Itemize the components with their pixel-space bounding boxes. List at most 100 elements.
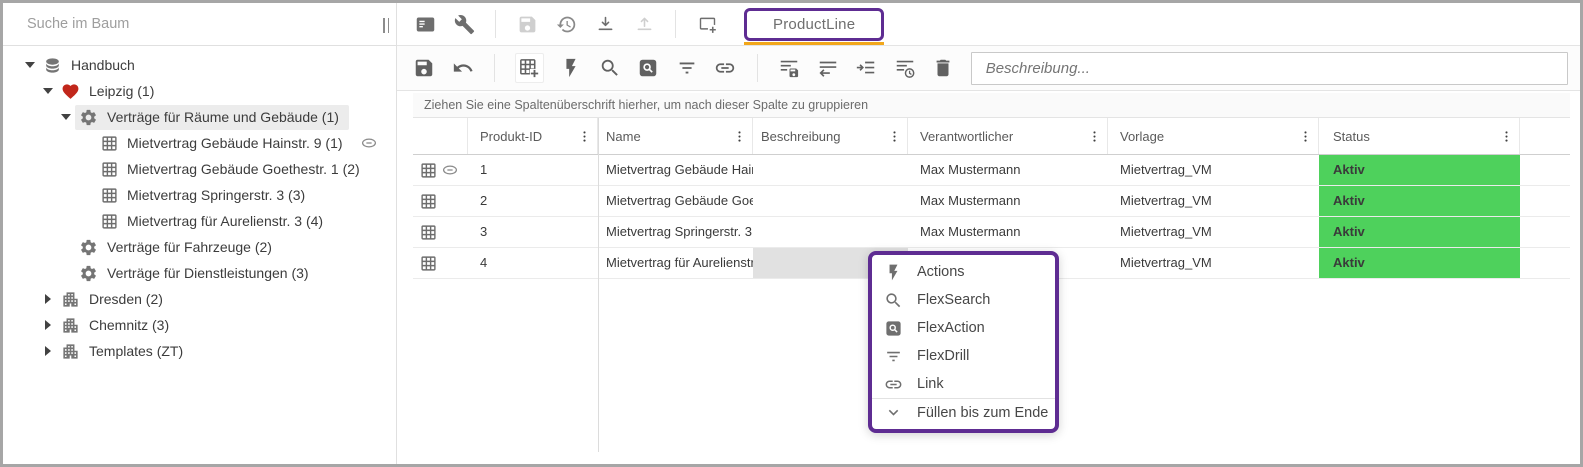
caret-down-icon[interactable] bbox=[57, 108, 75, 126]
cell-vorlage[interactable]: Mietvertrag_VM bbox=[1108, 186, 1319, 216]
header-verantwortlicher[interactable]: Verantwortlicher bbox=[908, 118, 1108, 154]
menu-item-flexaction[interactable]: FlexAction bbox=[872, 314, 1055, 342]
cell-name[interactable]: Mietvertrag für Aurelienstr. 3 bbox=[598, 248, 753, 278]
rows-save-icon bbox=[778, 57, 800, 79]
menu-item-actions[interactable]: Actions bbox=[872, 258, 1055, 286]
cell-produkt-id[interactable]: 4 bbox=[468, 248, 598, 278]
cell-vorlage[interactable]: Mietvertrag_VM bbox=[1108, 217, 1319, 247]
tree-item-dresden[interactable]: Dresden (2) bbox=[3, 286, 396, 312]
column-menu-icon[interactable] bbox=[732, 128, 747, 145]
cell-verantwortlicher[interactable]: Max Mustermann bbox=[908, 186, 1108, 216]
cell-name[interactable]: Mietvertrag Gebäude Hainstr. 9 bbox=[598, 155, 753, 185]
cell-beschreibung[interactable] bbox=[753, 217, 908, 247]
tree-item-leipzig[interactable]: Leipzig (1) bbox=[3, 78, 396, 104]
tree-item-vertraege-fahrzeuge[interactable]: Verträge für Fahrzeuge (2) bbox=[3, 234, 396, 260]
flexaction-button[interactable] bbox=[637, 56, 660, 80]
header-vorlage[interactable]: Vorlage bbox=[1108, 118, 1319, 154]
pane-splitter-handle[interactable] bbox=[379, 13, 393, 37]
tree-item-chemnitz[interactable]: Chemnitz (3) bbox=[3, 312, 396, 338]
cell-produkt-id[interactable]: 3 bbox=[468, 217, 598, 247]
history-button[interactable] bbox=[554, 12, 578, 36]
collapse-rows-button[interactable] bbox=[816, 56, 839, 80]
table-row[interactable]: 2 Mietvertrag Gebäude Goethestr. 1 Max M… bbox=[413, 186, 1570, 217]
flexsearch-button[interactable] bbox=[598, 56, 621, 80]
cell-name[interactable]: Mietvertrag Gebäude Goethestr. 1 bbox=[598, 186, 753, 216]
tree-item-mietvertrag-hainstr[interactable]: Mietvertrag Gebäude Hainstr. 9 (1) bbox=[3, 130, 396, 156]
cell-vorlage[interactable]: Mietvertrag_VM bbox=[1108, 155, 1319, 185]
tree-item-handbuch[interactable]: Handbuch bbox=[3, 52, 396, 78]
column-menu-icon[interactable] bbox=[887, 128, 902, 145]
save-button[interactable] bbox=[515, 12, 539, 36]
save-view-button[interactable] bbox=[778, 56, 801, 80]
cell-produkt-id[interactable]: 2 bbox=[468, 186, 598, 216]
undo-button[interactable] bbox=[452, 56, 475, 80]
tree-item-label: Verträge für Fahrzeuge (2) bbox=[107, 239, 272, 255]
cell-status[interactable]: Aktiv bbox=[1319, 155, 1520, 185]
header-name[interactable]: Name bbox=[598, 118, 753, 154]
expand-rows-button[interactable] bbox=[855, 56, 878, 80]
table-plus-icon bbox=[518, 57, 540, 79]
flexdrill-button[interactable] bbox=[675, 56, 698, 80]
tree-item-label: Verträge für Räume und Gebäude (1) bbox=[107, 109, 339, 125]
save-icon bbox=[413, 57, 435, 79]
settings-wrench-button[interactable] bbox=[452, 12, 476, 36]
group-by-bar[interactable]: Ziehen Sie eine Spaltenüberschrift hierh… bbox=[413, 93, 1570, 118]
new-tab-button[interactable] bbox=[695, 12, 719, 36]
menu-item-flexsearch[interactable]: FlexSearch bbox=[872, 286, 1055, 314]
cell-beschreibung[interactable] bbox=[753, 155, 908, 185]
cell-vorlage[interactable]: Mietvertrag_VM bbox=[1108, 248, 1319, 278]
column-menu-icon[interactable] bbox=[1499, 128, 1514, 145]
link-button[interactable] bbox=[714, 56, 737, 80]
cell-name[interactable]: Mietvertrag Springerstr. 3 bbox=[598, 217, 753, 247]
caret-down-icon[interactable] bbox=[21, 56, 39, 74]
tree-item-mietvertrag-springerstr[interactable]: Mietvertrag Springerstr. 3 (3) bbox=[3, 182, 396, 208]
cell-status[interactable]: Aktiv bbox=[1319, 248, 1520, 278]
tree-search-input[interactable] bbox=[25, 15, 365, 33]
column-menu-icon[interactable] bbox=[577, 128, 592, 145]
header-status[interactable]: Status bbox=[1319, 118, 1520, 154]
cell-status[interactable]: Aktiv bbox=[1319, 217, 1520, 247]
description-input[interactable] bbox=[971, 52, 1568, 85]
menu-item-link[interactable]: Link bbox=[872, 370, 1055, 398]
table-icon bbox=[101, 213, 118, 230]
tab-productline[interactable]: ProductLine bbox=[744, 8, 884, 41]
grid-save-button[interactable] bbox=[413, 56, 436, 80]
cell-status[interactable]: Aktiv bbox=[1319, 186, 1520, 216]
caret-down-icon[interactable] bbox=[39, 82, 57, 100]
tree-item-vertraege-dienstleistungen[interactable]: Verträge für Dienstleistungen (3) bbox=[3, 260, 396, 286]
delete-button[interactable] bbox=[932, 56, 955, 80]
menu-item-fuellen-bis-zum-ende[interactable]: Füllen bis zum Ende bbox=[872, 398, 1055, 426]
actions-button[interactable] bbox=[560, 56, 583, 80]
tree-item-label: Handbuch bbox=[71, 57, 135, 73]
header-produkt-id[interactable]: Produkt-ID bbox=[468, 118, 598, 154]
cell-verantwortlicher[interactable]: Max Mustermann bbox=[908, 217, 1108, 247]
header-beschreibung[interactable]: Beschreibung bbox=[753, 118, 908, 154]
column-menu-icon[interactable] bbox=[1087, 128, 1102, 145]
table-row[interactable]: 3 Mietvertrag Springerstr. 3 Max Musterm… bbox=[413, 217, 1570, 248]
heart-icon bbox=[61, 82, 80, 101]
tree-item-templates[interactable]: Templates (ZT) bbox=[3, 338, 396, 364]
history-icon bbox=[556, 14, 577, 35]
cell-beschreibung[interactable] bbox=[753, 186, 908, 216]
tree-item-label: Mietvertrag für Aurelienstr. 3 (4) bbox=[127, 213, 323, 229]
panel-icon bbox=[415, 14, 436, 35]
cell-produkt-id[interactable]: 1 bbox=[468, 155, 598, 185]
panel-toggle-button[interactable] bbox=[413, 12, 437, 36]
caret-right-icon[interactable] bbox=[39, 316, 57, 334]
caret-right-icon[interactable] bbox=[39, 342, 57, 360]
cell-context-menu: Actions FlexSearch FlexAction FlexDrill … bbox=[868, 251, 1059, 433]
cell-verantwortlicher[interactable]: Max Mustermann bbox=[908, 155, 1108, 185]
column-menu-icon[interactable] bbox=[1298, 128, 1313, 145]
tree-item-mietvertrag-aurelienstr[interactable]: Mietvertrag für Aurelienstr. 3 (4) bbox=[3, 208, 396, 234]
add-table-button[interactable] bbox=[515, 53, 543, 83]
tree-item-vertraege-raeume[interactable]: Verträge für Räume und Gebäude (1) bbox=[3, 104, 396, 130]
top-toolbar: ProductLine bbox=[397, 3, 1580, 46]
grid-header-row: Produkt-ID Name Beschreibung Verantwortl… bbox=[413, 118, 1570, 155]
export-button[interactable] bbox=[632, 12, 656, 36]
tree-item-mietvertrag-goethestr[interactable]: Mietvertrag Gebäude Goethestr. 1 (2) bbox=[3, 156, 396, 182]
rows-history-button[interactable] bbox=[893, 56, 916, 80]
caret-right-icon[interactable] bbox=[39, 290, 57, 308]
table-row[interactable]: 1 Mietvertrag Gebäude Hainstr. 9 Max Mus… bbox=[413, 155, 1570, 186]
import-button[interactable] bbox=[593, 12, 617, 36]
menu-item-flexdrill[interactable]: FlexDrill bbox=[872, 342, 1055, 370]
